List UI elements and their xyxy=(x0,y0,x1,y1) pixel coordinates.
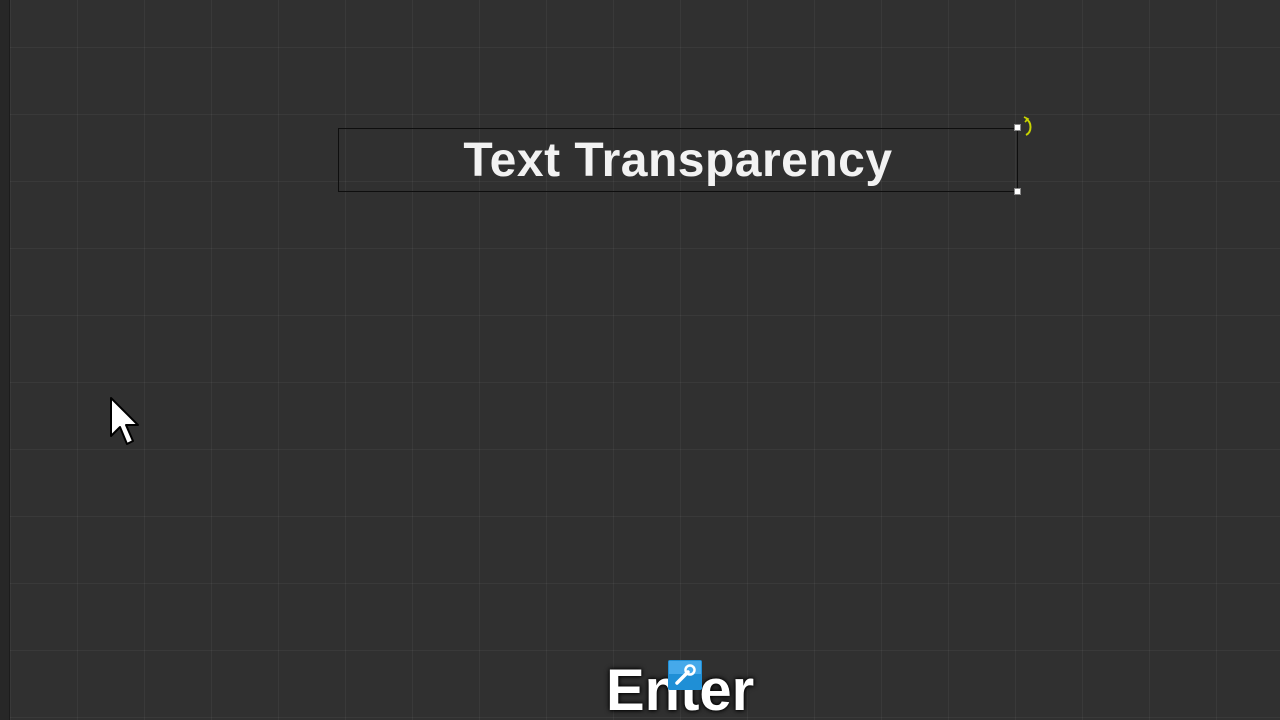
wrench-tool-icon xyxy=(668,660,702,690)
resize-handle-bottom-right[interactable] xyxy=(1014,188,1021,195)
mouse-pointer-icon xyxy=(110,397,139,445)
left-panel-edge xyxy=(0,0,10,720)
text-box[interactable]: Text Transparency xyxy=(338,128,1018,192)
rotate-handle-icon[interactable] xyxy=(1021,116,1035,138)
editor-canvas[interactable]: Text Transparency Enter xyxy=(0,0,1280,720)
text-box-content[interactable]: Text Transparency xyxy=(463,133,892,188)
keystroke-overlay: Enter xyxy=(560,660,810,720)
resize-handle-top-right[interactable] xyxy=(1014,124,1021,131)
